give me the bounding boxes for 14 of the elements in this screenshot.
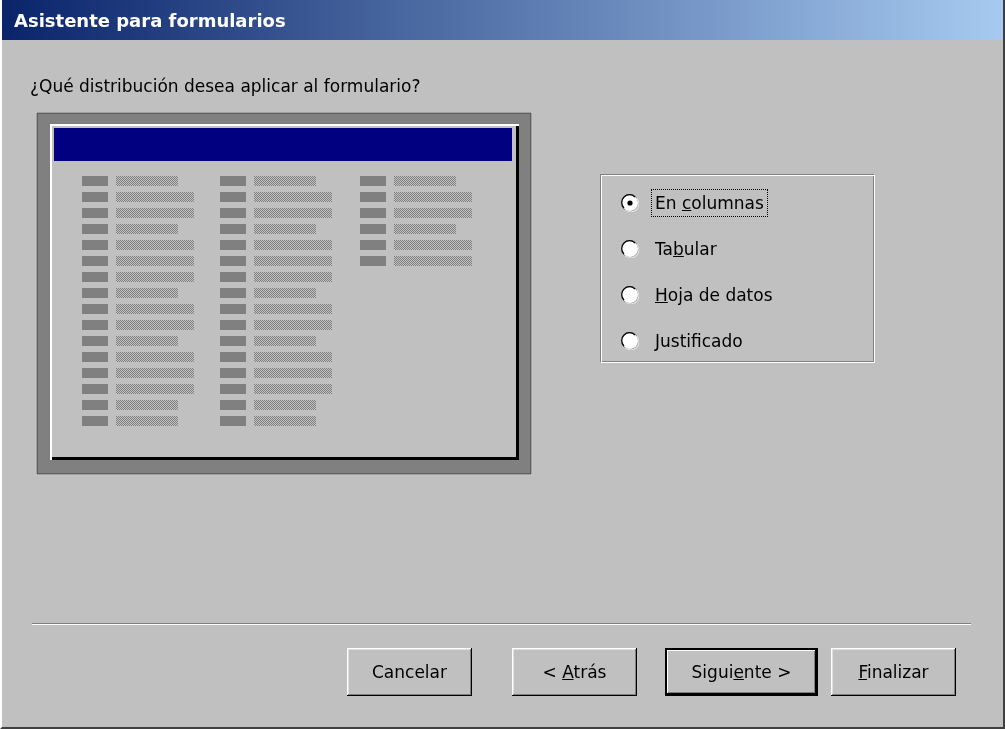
radio-button[interactable]: [621, 193, 639, 212]
dialog-button[interactable]: Finalizar: [831, 648, 956, 696]
radio-button[interactable]: [621, 239, 639, 258]
option-label[interactable]: Hoja de datos: [651, 280, 777, 309]
prompt-text: ¿Qué distribución desea aplicar al formulario?: [30, 76, 421, 96]
window-title: Asistente para formularios: [14, 9, 286, 31]
dialog-button[interactable]: Siguiente >: [665, 648, 818, 696]
option-label[interactable]: En columnas: [651, 188, 768, 217]
radio-button[interactable]: [621, 331, 639, 350]
dialog-button[interactable]: < Atrás: [512, 648, 637, 696]
option-label[interactable]: Justificado: [651, 326, 747, 355]
option-label[interactable]: Tabular: [651, 234, 721, 263]
radio-button[interactable]: [621, 285, 639, 304]
dialog-button[interactable]: Cancelar: [347, 648, 472, 696]
